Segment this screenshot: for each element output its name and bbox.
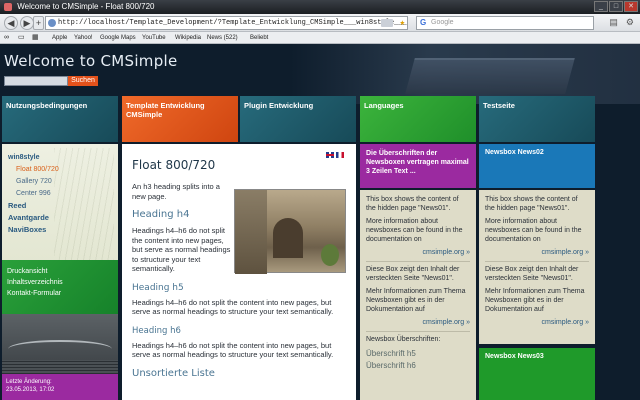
bookmark-apple[interactable]: Apple	[52, 32, 67, 44]
newsbox1-link-en[interactable]: cmsimple.org »	[366, 248, 470, 258]
nav-tile-languages[interactable]: Languages	[360, 96, 476, 142]
browser-toolbar: ◀ ▶ + http://localhost/Template_Developm…	[0, 14, 640, 32]
heading-h5: Heading h5	[132, 282, 184, 293]
app-icon	[4, 2, 12, 11]
address-bar[interactable]: http://localhost/Template_Development/?T…	[45, 16, 408, 30]
sitemap-link[interactable]: Inhaltsverzeichnis	[7, 277, 113, 288]
nav-tile-testseite[interactable]: Testseite	[479, 96, 595, 142]
search-button[interactable]: Suchen	[68, 76, 98, 86]
window-titlebar: Welcome to CMSimple - Float 800/720 _ □ …	[0, 0, 640, 14]
forward-arrow-icon[interactable]: ▶	[20, 16, 34, 30]
page-title: Float 800/720	[132, 158, 216, 172]
paragraph-h6: Headings h4–h6 do not split the content …	[132, 340, 334, 360]
heading-h6: Heading h6	[132, 325, 181, 336]
newsbox2-link-de[interactable]: cmsimple.org »	[485, 318, 589, 328]
english-flag-icon[interactable]	[326, 152, 334, 158]
newsbox2: This box shows the content of the hidden…	[479, 190, 595, 344]
contact-form-link[interactable]: Kontakt-Formular	[7, 288, 113, 299]
newsbox1-header: Die Überschriften der Newsboxen vertrage…	[360, 144, 476, 188]
newsbox2-info-en: More information about newsboxes can be …	[485, 218, 582, 243]
newsbox2-text-de: Diese Box zeigt den Inhalt der versteckt…	[485, 266, 579, 282]
window-title: Welcome to CMSimple - Float 800/720	[17, 2, 155, 11]
bridge-image	[2, 314, 118, 374]
newsbox1-text-en: This box shows the content of the hidden…	[366, 196, 459, 212]
bookmark-beliebt[interactable]: Beliebt	[250, 32, 268, 44]
bookmark-news[interactable]: News (522)	[207, 32, 238, 44]
add-tab-icon[interactable]: +	[33, 16, 44, 30]
newsbox2-header: Newsbox News02	[479, 144, 595, 188]
search-placeholder: Google	[431, 19, 454, 26]
newsbox2-info-de: Mehr Informationen zum Thema Newsboxen g…	[485, 288, 585, 313]
globe-icon	[48, 19, 56, 27]
intro-text: An h3 heading splits into a new page.	[132, 182, 220, 201]
url-text: http://localhost/Template_Development/?T…	[58, 19, 407, 27]
last-change-box: Letzte Änderung: 23.05.2013, 17:02	[2, 374, 118, 400]
bookmarks-bar: ∞ ▭ ▦ Apple Yahoo! Google Maps YouTube W…	[0, 32, 640, 44]
print-view-link[interactable]: Druckansicht	[7, 266, 113, 277]
web-page: Welcome to CMSimple Suchen Nutzungsbedin…	[0, 44, 640, 400]
maximize-button[interactable]: □	[609, 1, 623, 12]
reading-list-icon[interactable]: ∞	[4, 32, 9, 44]
newsbox1-text-de: Diese Box zeigt den Inhalt der versteckt…	[366, 266, 460, 282]
paragraph-h4: Headings h4–h6 do not split the content …	[132, 226, 231, 273]
newsbox1-h5: Überschrift h5	[366, 349, 416, 358]
star-icon[interactable]: ★	[400, 17, 405, 29]
bookmark-wikipedia[interactable]: Wikipedia	[175, 32, 201, 44]
newsbox2-link-en[interactable]: cmsimple.org »	[485, 248, 589, 258]
nav-tile-template-entwicklung[interactable]: Template Entwicklung CMSimple	[122, 96, 238, 142]
site-title: Welcome to CMSimple	[4, 52, 178, 70]
utility-menu: Druckansicht Inhaltsverzeichnis Kontakt-…	[2, 260, 118, 314]
google-icon: G	[420, 18, 427, 27]
newsbox1-link-de[interactable]: cmsimple.org »	[366, 318, 470, 328]
bookmark-youtube[interactable]: YouTube	[142, 32, 166, 44]
site-search-input[interactable]	[4, 76, 68, 86]
newsbox3-header: Newsbox News03	[479, 348, 595, 400]
newsbox1-label: Newsbox Überschriften:	[366, 336, 441, 343]
gear-icon[interactable]: ⚙	[626, 17, 634, 28]
sidebar-item-avantgarde[interactable]: Avantgarde	[8, 212, 112, 224]
last-change-value: 23.05.2013, 17:02	[6, 387, 55, 393]
list-heading: Unsortierte Liste	[132, 367, 215, 379]
minimize-button[interactable]: _	[594, 1, 608, 12]
last-change-label: Letzte Änderung:	[6, 379, 52, 385]
newsbox1-info-de: Mehr Informationen zum Thema Newsboxen g…	[366, 288, 466, 313]
newsbox1-info-en: More information about newsboxes can be …	[366, 218, 463, 243]
sidebar-item-reed[interactable]: Reed	[8, 200, 112, 212]
sidebar-item-float[interactable]: Float 800/720	[8, 164, 112, 176]
bookmark-google-maps[interactable]: Google Maps	[100, 32, 136, 44]
sidebar-item-center[interactable]: Center 996	[8, 188, 112, 200]
courtyard-photo	[234, 189, 346, 274]
sidebar-item-win8style[interactable]: win8style	[8, 152, 112, 164]
bookmarks-icon[interactable]: ▭	[18, 32, 25, 44]
paragraph-h5: Headings h4–h6 do not split the content …	[132, 297, 334, 317]
main-content: Float 800/720 An h3 heading splits into …	[122, 144, 356, 400]
sidebar-item-naviboxes[interactable]: NaviBoxes	[8, 224, 112, 236]
bookmark-yahoo[interactable]: Yahoo!	[74, 32, 93, 44]
search-field[interactable]: G Google	[416, 16, 594, 30]
newsbox1: This box shows the content of the hidden…	[360, 190, 476, 400]
french-flag-icon[interactable]	[336, 152, 344, 158]
rss-icon[interactable]	[381, 19, 393, 27]
nav-tile-plugin-entwicklung[interactable]: Plugin Entwicklung	[240, 96, 356, 142]
close-button[interactable]: ✕	[624, 1, 638, 12]
newsbox1-h6: Überschrift h6	[366, 361, 416, 370]
page-icon[interactable]: ▤	[609, 17, 618, 28]
top-sites-icon[interactable]: ▦	[32, 32, 39, 44]
header-photo	[290, 44, 640, 104]
nav-tile-nutzungsbedingungen[interactable]: Nutzungsbedingungen	[2, 96, 118, 142]
back-arrow-icon[interactable]: ◀	[4, 16, 18, 30]
sidebar-item-gallery[interactable]: Gallery 720	[8, 176, 112, 188]
newsbox2-text-en: This box shows the content of the hidden…	[485, 196, 578, 212]
